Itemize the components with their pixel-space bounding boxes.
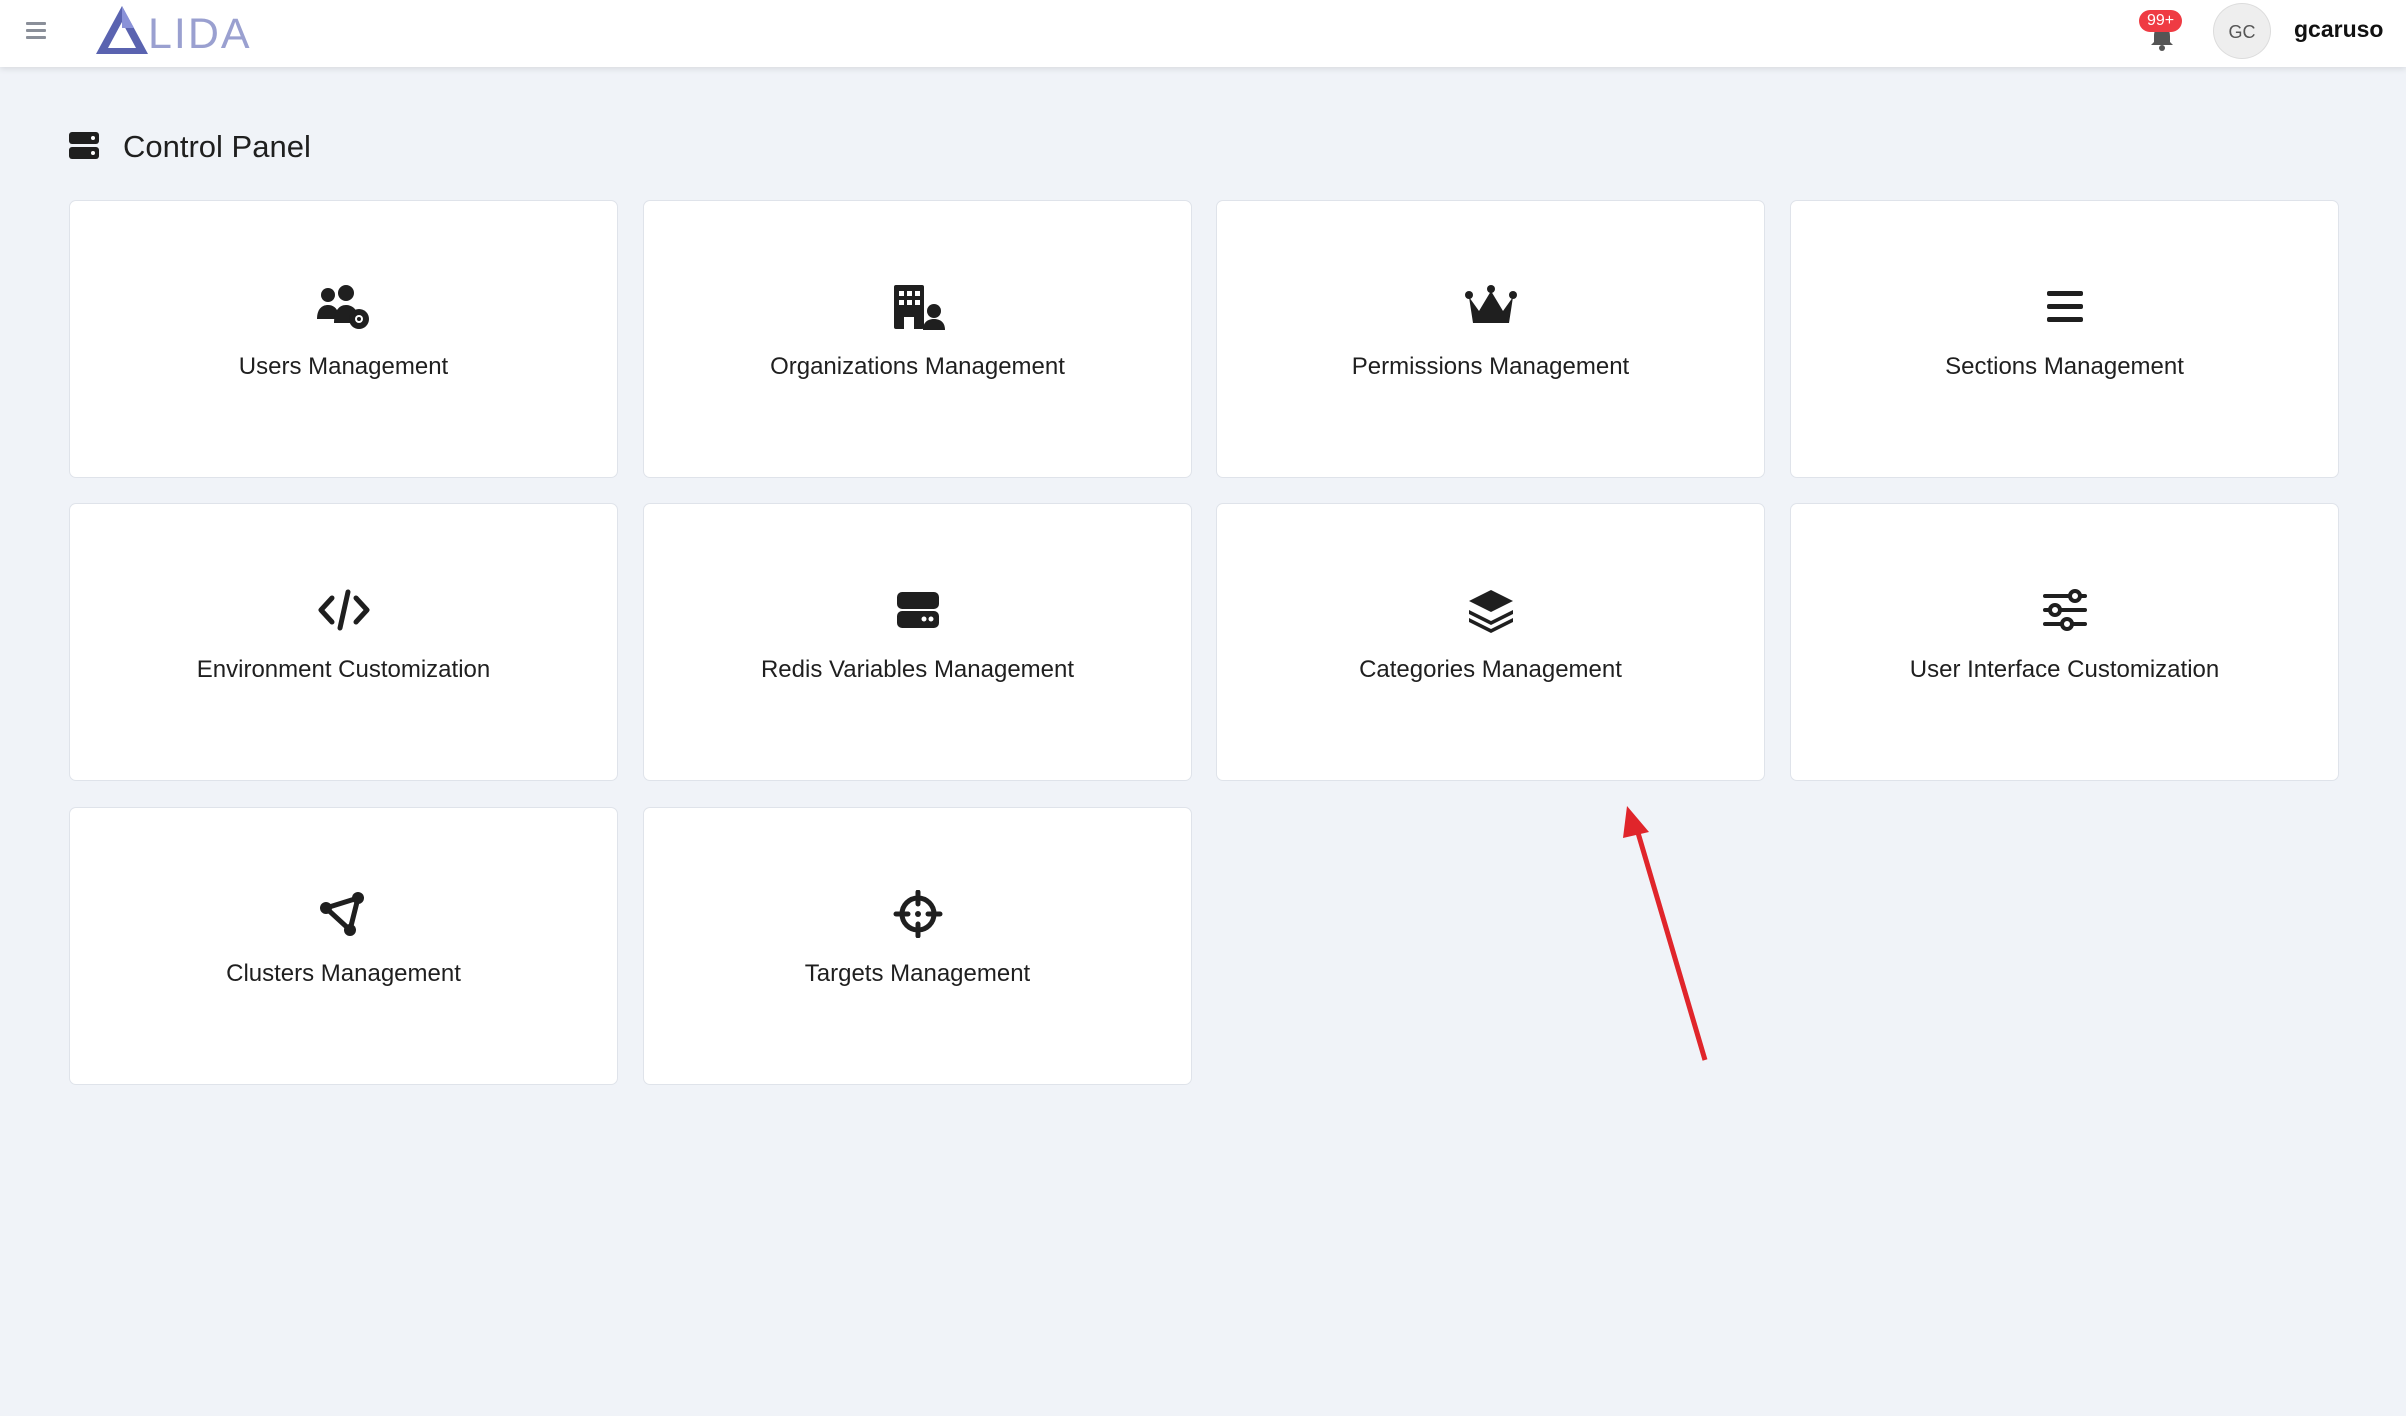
card-targets-management[interactable]: Targets Management xyxy=(643,807,1192,1085)
card-label: Sections Management xyxy=(1945,353,2184,380)
username-label[interactable]: gcaruso xyxy=(2294,16,2383,43)
card-label: Clusters Management xyxy=(226,960,461,987)
page-title: Control Panel xyxy=(123,129,311,164)
card-label: Redis Variables Management xyxy=(760,656,1075,683)
card-label: User Interface Customization xyxy=(1909,656,2220,683)
card-label: Permissions Management xyxy=(1351,353,1630,380)
card-permissions-management[interactable]: Permissions Management xyxy=(1216,200,1765,478)
sliders-icon xyxy=(2035,584,2095,636)
card-user-interface-customization[interactable]: User Interface Customization xyxy=(1790,503,2339,781)
card-organizations-management[interactable]: Organizations Management xyxy=(643,200,1192,478)
layer-group-icon xyxy=(1461,584,1521,636)
cluster-nodes-icon xyxy=(314,888,374,940)
card-label: Targets Management xyxy=(804,960,1031,987)
top-navbar: LIDA 99+ GC gcaruso xyxy=(0,0,2406,67)
hamburger-menu-icon[interactable] xyxy=(24,18,52,46)
logo-triangle-icon xyxy=(96,6,148,54)
crosshairs-icon xyxy=(888,888,948,940)
code-icon xyxy=(314,584,374,636)
card-label: Environment Customization xyxy=(196,656,491,683)
user-avatar[interactable]: GC xyxy=(2213,3,2271,59)
server-icon xyxy=(69,132,99,159)
building-user-icon xyxy=(888,281,948,333)
notifications-badge: 99+ xyxy=(2139,10,2183,32)
card-clusters-management[interactable]: Clusters Management xyxy=(69,807,618,1085)
crown-icon xyxy=(1461,281,1521,333)
card-categories-management[interactable]: Categories Management xyxy=(1216,503,1765,781)
card-label: Users Management xyxy=(238,353,449,380)
card-environment-customization[interactable]: Environment Customization xyxy=(69,503,618,781)
card-label: Categories Management xyxy=(1359,656,1622,683)
card-users-management[interactable]: Users Management xyxy=(69,200,618,478)
bars-icon xyxy=(2035,281,2095,333)
card-redis-variables-management[interactable]: Redis Variables Management xyxy=(643,503,1192,781)
card-label: Organizations Management xyxy=(770,353,1065,380)
app-logo[interactable]: LIDA xyxy=(94,4,264,60)
users-gear-icon xyxy=(314,281,374,333)
card-sections-management[interactable]: Sections Management xyxy=(1790,200,2339,478)
logo-text: LIDA xyxy=(148,10,252,58)
server-icon xyxy=(888,584,948,636)
